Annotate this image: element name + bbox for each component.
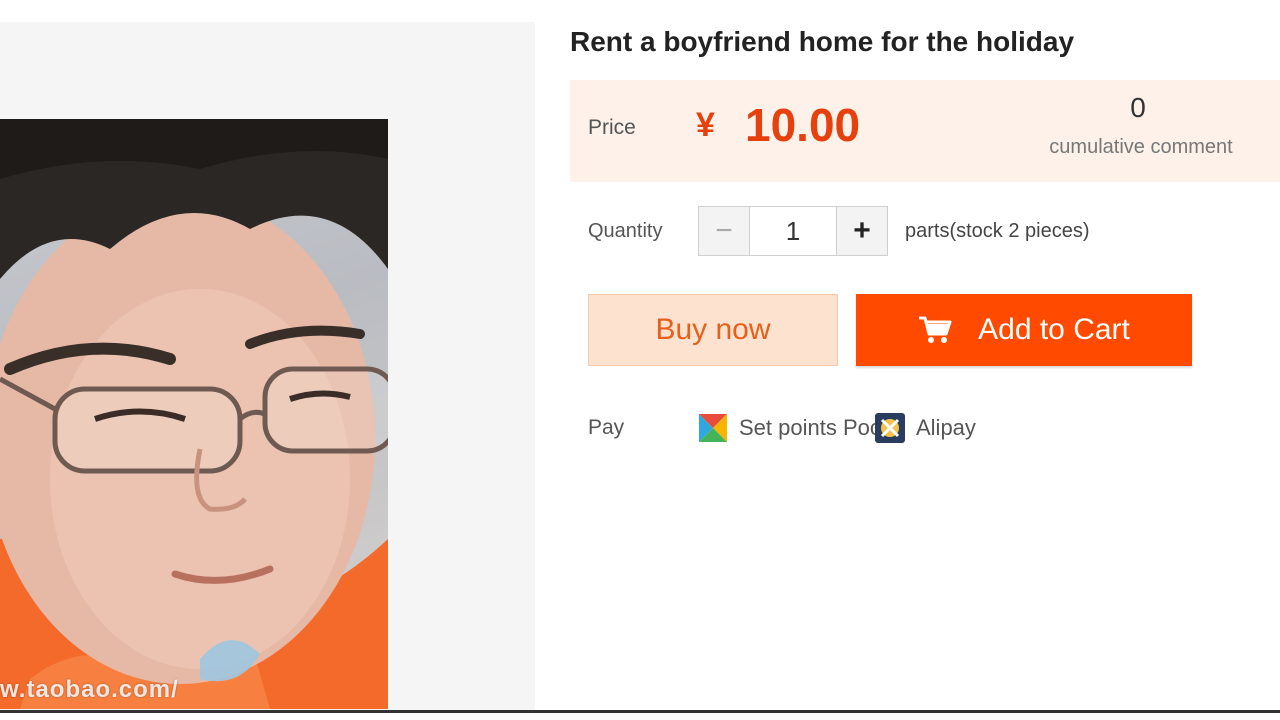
payment-option-points[interactable]: Set points Pocket — [697, 412, 877, 444]
product-gallery: w.taobao.com/ — [0, 22, 535, 712]
product-photo-image — [0, 119, 388, 709]
points-label: Set points Pocket — [739, 415, 877, 440]
buy-now-label: Buy now — [655, 313, 771, 346]
points-icon — [697, 412, 729, 444]
cart-icon — [918, 315, 952, 345]
comments-count[interactable]: 0 — [1040, 92, 1236, 124]
quantity-increase-button[interactable]: + — [836, 207, 887, 255]
product-title: Rent a boyfriend home for the holiday — [570, 26, 1075, 57]
quantity-decrease-button[interactable]: − — [699, 207, 750, 255]
buy-now-button[interactable]: Buy now — [588, 294, 838, 366]
price-value: 10.00 — [745, 99, 861, 151]
quantity-label: Quantity — [588, 220, 663, 242]
price-label: Price — [588, 116, 636, 139]
add-to-cart-button[interactable]: Add to Cart — [856, 294, 1192, 366]
currency-symbol: ¥ — [696, 106, 715, 144]
price-panel: Price ¥ 10.00 0 cumulative comment — [570, 80, 1280, 182]
bottom-divider — [0, 710, 1280, 713]
pay-label: Pay — [588, 416, 625, 439]
stock-text: parts(stock 2 pieces) — [905, 220, 1090, 242]
alipay-icon — [874, 412, 906, 444]
alipay-label: Alipay — [916, 415, 976, 440]
comments-label[interactable]: cumulative comment — [1036, 136, 1246, 159]
product-photo[interactable] — [0, 119, 388, 709]
image-watermark: w.taobao.com/ — [0, 676, 179, 703]
quantity-input[interactable] — [750, 207, 836, 255]
payment-option-alipay[interactable]: Alipay — [874, 412, 976, 444]
add-to-cart-label: Add to Cart — [978, 313, 1130, 346]
quantity-stepper: − + — [698, 206, 888, 256]
